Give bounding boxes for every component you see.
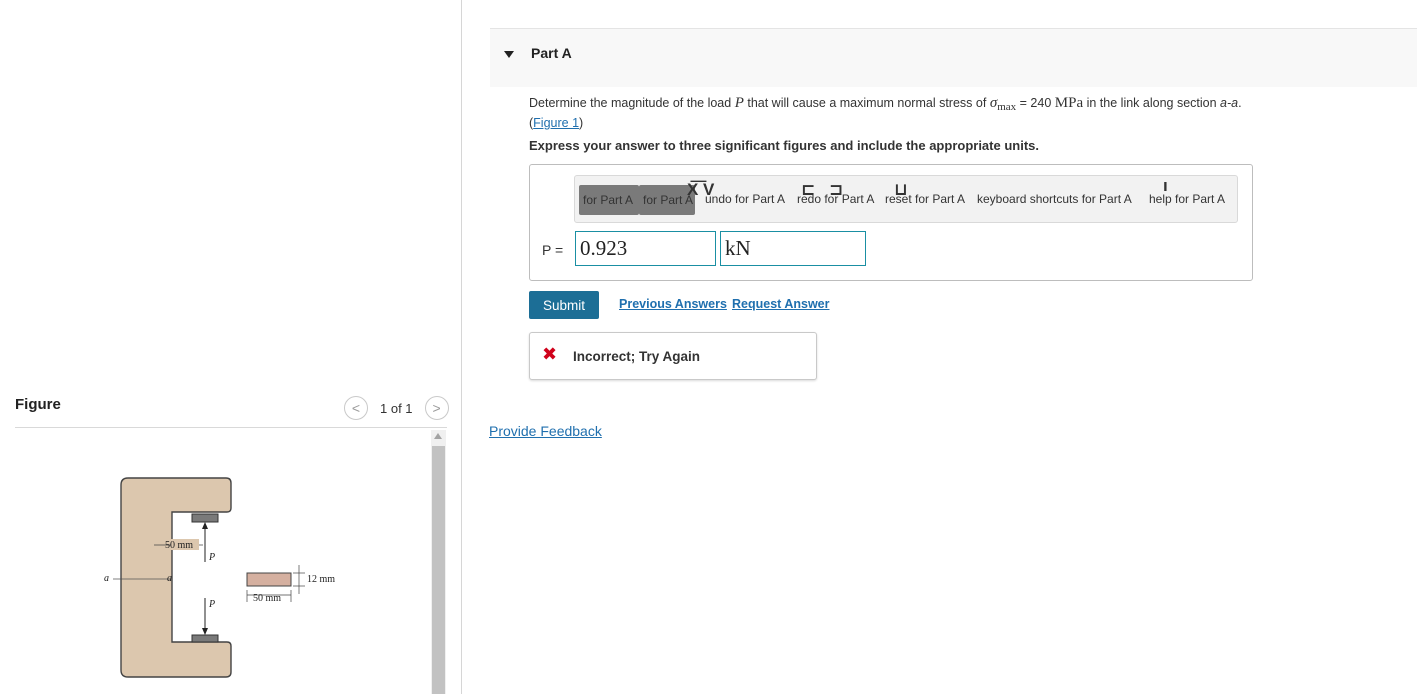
stress-unit: MPa [1054,95,1084,111]
force-label-top: P [208,552,215,563]
figure-1-image: a a 50 mm P P 12 mm 50 mm [104,477,335,678]
force-label-bottom: P [208,599,215,610]
question-pre: Determine the magnitude of the load [529,96,732,110]
arrowhead-up-icon [202,522,208,529]
reset-icon: ⊔ [894,180,908,199]
dim-label-50-top: 50 mm [165,540,193,551]
figure-next-button[interactable]: > [424,396,449,420]
figure-1-link[interactable]: Figure 1 [533,116,579,130]
question-end: . [1238,96,1242,110]
figure-navigation: < 1 of 1 > [344,396,449,420]
scrollbar-thumb[interactable] [432,446,445,694]
help-button[interactable]: help for Part A [1149,192,1225,206]
chevron-left-icon: < [351,400,361,416]
error-x-icon: ✖ [542,344,558,364]
c-link-body [120,477,232,678]
section-label-inner: a [167,573,172,584]
answer-label: P = [542,242,564,258]
answer-value-input[interactable] [575,231,716,266]
sigma-subscript: max [997,101,1017,113]
question-text: Determine the magnitude of the load P th… [529,95,1242,130]
bottom-pin-block [191,634,219,643]
figure-divider [15,427,447,428]
feedback-message: ✖ Incorrect; Try Again [529,332,817,380]
arrowhead-down-icon [202,628,208,635]
answer-unit-input[interactable] [720,231,866,266]
redo-icon: ⊐ [829,180,844,199]
instruction-text: Express your answer to three significant… [529,138,1039,153]
question-mid: that will cause a maximum normal stress … [747,96,987,110]
feedback-text: Incorrect; Try Again [573,349,701,364]
provide-feedback-link[interactable]: Provide Feedback [489,423,602,439]
section-name: a-a [1220,96,1239,110]
submit-button[interactable]: Submit [529,291,599,319]
stress-value: = 240 [1019,96,1052,110]
chevron-right-icon: > [432,400,441,416]
caret-down-icon[interactable] [504,51,514,58]
section-label-left: a [104,573,109,584]
dim-label-12: 12 mm [307,574,335,585]
vector-icon: X͞ [687,180,699,199]
undo-button[interactable]: undo for Part A [705,192,785,206]
pane-divider[interactable] [461,0,462,694]
question-variable: P [734,95,744,111]
figure-count: 1 of 1 [380,400,413,416]
part-a-header[interactable]: Part A [490,28,1417,87]
keyboard-shortcuts-button[interactable]: keyboard shortcuts for Part A [977,192,1132,206]
figure-scrollbar[interactable] [431,430,446,694]
scroll-up-icon[interactable] [434,433,442,439]
answer-box: for Part A for Part A X͞ V undo for Part… [529,164,1253,281]
request-answer-link[interactable]: Request Answer [732,297,829,311]
part-title: Part A [531,45,572,61]
math-toolbar: for Part A for Part A X͞ V undo for Part… [574,175,1238,223]
question-post: in the link along section [1086,96,1217,110]
top-pin-block [191,513,219,523]
figure-prev-button[interactable]: < [344,396,368,420]
dim-label-50-bottom: 50 mm [253,593,281,604]
figure-title: Figure [15,396,61,413]
templates-button[interactable]: for Part A [579,185,639,215]
help-icon: ı [1163,176,1168,195]
previous-answers-link[interactable]: Previous Answers [619,297,727,311]
cross-section [246,572,292,587]
